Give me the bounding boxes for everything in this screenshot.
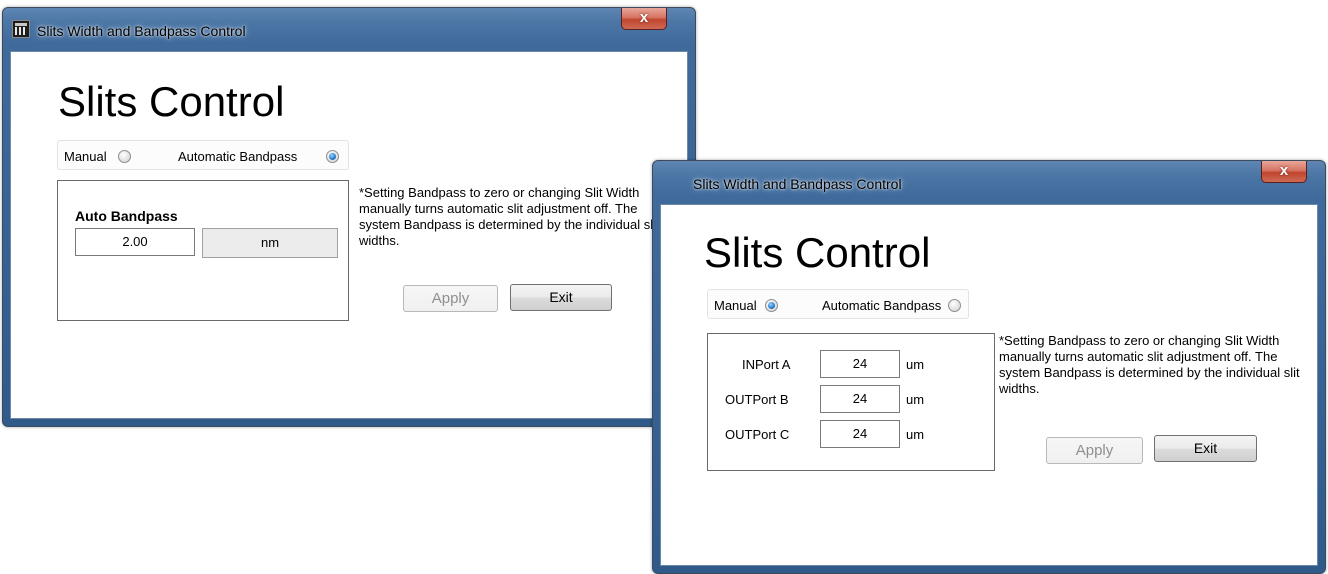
window-client-area: Slits Control Manual Automatic Bandpass …: [10, 51, 688, 419]
slits-control-window-auto: Slits Width and Bandpass Control x Slits…: [2, 7, 696, 427]
info-note: *Setting Bandpass to zero or changing Sl…: [359, 185, 660, 248]
auto-bandpass-radio[interactable]: [326, 150, 339, 163]
page-title: Slits Control: [704, 229, 931, 276]
close-icon: x: [639, 9, 649, 26]
auto-bandpass-radio-label: Automatic Bandpass: [178, 149, 298, 164]
auto-bandpass-label: Auto Bandpass: [75, 208, 178, 224]
app-icon: [12, 20, 30, 38]
outport-c-label: OUTPort C: [725, 427, 790, 442]
outport-b-unit: um: [906, 392, 925, 407]
title-bar[interactable]: Slits Width and Bandpass Control x: [3, 8, 695, 51]
outport-c-input[interactable]: 24: [820, 420, 900, 448]
window-title: Slits Width and Bandpass Control: [693, 176, 902, 192]
window-client-area: Slits Control Manual Automatic Bandpass …: [660, 204, 1318, 566]
slit-width-panel: INPort A 24 um OUTPort B 24 um OUTPort C…: [707, 333, 995, 471]
auto-bandpass-panel: Auto Bandpass 2.00 nm: [57, 180, 349, 321]
inport-a-label: INPort A: [742, 357, 791, 372]
info-note: *Setting Bandpass to zero or changing Sl…: [999, 333, 1300, 396]
outport-c-unit: um: [906, 427, 925, 442]
manual-radio[interactable]: [765, 299, 778, 312]
slits-control-window-manual: Slits Width and Bandpass Control x Slits…: [652, 160, 1326, 574]
auto-bandpass-radio[interactable]: [948, 299, 961, 312]
exit-button[interactable]: Exit: [1154, 435, 1257, 462]
auto-bandpass-radio-label: Automatic Bandpass: [822, 298, 942, 313]
inport-a-input[interactable]: 24: [820, 350, 900, 378]
apply-button[interactable]: Apply: [403, 285, 498, 312]
outport-b-label: OUTPort B: [725, 392, 789, 407]
manual-radio[interactable]: [118, 150, 131, 163]
manual-radio-label: Manual: [64, 149, 107, 164]
outport-b-input[interactable]: 24: [820, 385, 900, 413]
page-title: Slits Control: [58, 78, 285, 125]
close-button[interactable]: x: [1261, 161, 1307, 183]
bandpass-unit-display: nm: [202, 228, 338, 258]
close-icon: x: [1279, 162, 1289, 179]
manual-radio-label: Manual: [714, 298, 757, 313]
mode-radio-group: Manual Automatic Bandpass: [57, 140, 349, 170]
apply-button[interactable]: Apply: [1046, 437, 1143, 464]
mode-radio-group: Manual Automatic Bandpass: [707, 289, 969, 319]
exit-button[interactable]: Exit: [510, 284, 612, 311]
close-button[interactable]: x: [621, 8, 667, 30]
window-title: Slits Width and Bandpass Control: [37, 23, 246, 39]
inport-a-unit: um: [906, 357, 925, 372]
auto-bandpass-input[interactable]: 2.00: [75, 228, 195, 256]
title-bar[interactable]: Slits Width and Bandpass Control x: [653, 161, 1325, 204]
